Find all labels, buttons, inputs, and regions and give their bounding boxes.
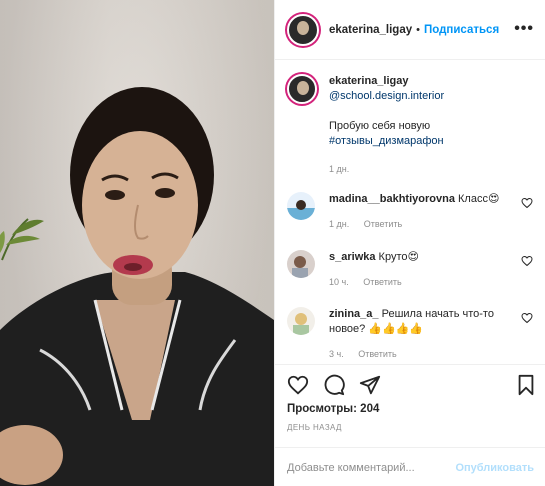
instagram-post: ekaterina_ligay • Подписаться ••• ekater… <box>0 0 545 486</box>
share-paper-plane-icon[interactable] <box>359 374 381 396</box>
like-heart-icon[interactable] <box>287 374 309 396</box>
follow-button[interactable]: Подписаться <box>424 24 499 36</box>
post-actions: Просмотры: 204 день назад Опубликовать <box>275 364 545 486</box>
reply-button[interactable]: Ответить <box>363 277 401 287</box>
reply-button[interactable]: Ответить <box>358 349 396 359</box>
comment-timestamp: 1 дн. <box>329 219 350 229</box>
comment-item: s_ariwka Круто😍 10 ч. Ответить <box>287 250 537 290</box>
post-video[interactable] <box>0 0 274 486</box>
comment-item: zinina_a_ Решила начать что-то новое? 👍👍… <box>287 307 537 362</box>
post-timestamp: день назад <box>287 423 342 432</box>
commenter-avatar[interactable] <box>287 307 315 335</box>
post-details-panel: ekaterina_ligay • Подписаться ••• ekater… <box>274 0 545 486</box>
comment-timestamp: 10 ч. <box>329 277 349 287</box>
comment-item: madina__bakhtiyorovna Класс😍 1 дн. Ответ… <box>287 192 537 232</box>
views-count: Просмотры: 204 <box>287 403 379 415</box>
publish-button[interactable]: Опубликовать <box>455 462 534 474</box>
save-bookmark-icon[interactable] <box>516 374 536 396</box>
comment-username[interactable]: zinina_a_ <box>329 308 379 320</box>
like-comment-heart-icon[interactable] <box>521 312 533 324</box>
reply-button[interactable]: Ответить <box>364 219 402 229</box>
caption-hashtag-link[interactable]: #отзывы_дизмарафон <box>329 134 537 149</box>
like-comment-heart-icon[interactable] <box>521 255 533 267</box>
comment-bubble-icon[interactable] <box>323 374 345 396</box>
comment-timestamp: 3 ч. <box>329 349 344 359</box>
person-in-video <box>0 87 274 486</box>
views-number: 204 <box>360 403 380 415</box>
commenter-avatar[interactable] <box>287 192 315 220</box>
header-separator: • <box>416 23 420 36</box>
author-avatar[interactable] <box>287 13 319 46</box>
comment-text: Круто😍 <box>378 251 419 263</box>
commenter-avatar[interactable] <box>287 250 315 278</box>
post-caption: ekaterina_ligay @school.design.interior … <box>287 74 537 177</box>
comment-text: Класс😍 <box>458 193 500 205</box>
post-header: ekaterina_ligay • Подписаться ••• <box>275 0 545 60</box>
caption-timestamp: 1 дн. <box>329 164 350 174</box>
caption-username[interactable]: ekaterina_ligay <box>329 74 537 89</box>
author-username[interactable]: ekaterina_ligay <box>329 24 412 36</box>
add-comment-input[interactable] <box>287 461 456 474</box>
comment-username[interactable]: s_ariwka <box>329 251 375 263</box>
add-comment-row: Опубликовать <box>275 447 545 486</box>
like-comment-heart-icon[interactable] <box>521 197 533 209</box>
more-options-icon[interactable]: ••• <box>514 20 534 38</box>
views-label: Просмотры: <box>287 403 357 415</box>
caption-mention-link[interactable]: @school.design.interior <box>329 89 537 104</box>
comment-username[interactable]: madina__bakhtiyorovna <box>329 193 455 205</box>
caption-author-avatar[interactable] <box>287 74 317 104</box>
caption-text: Пробую себя новую <box>329 120 431 132</box>
